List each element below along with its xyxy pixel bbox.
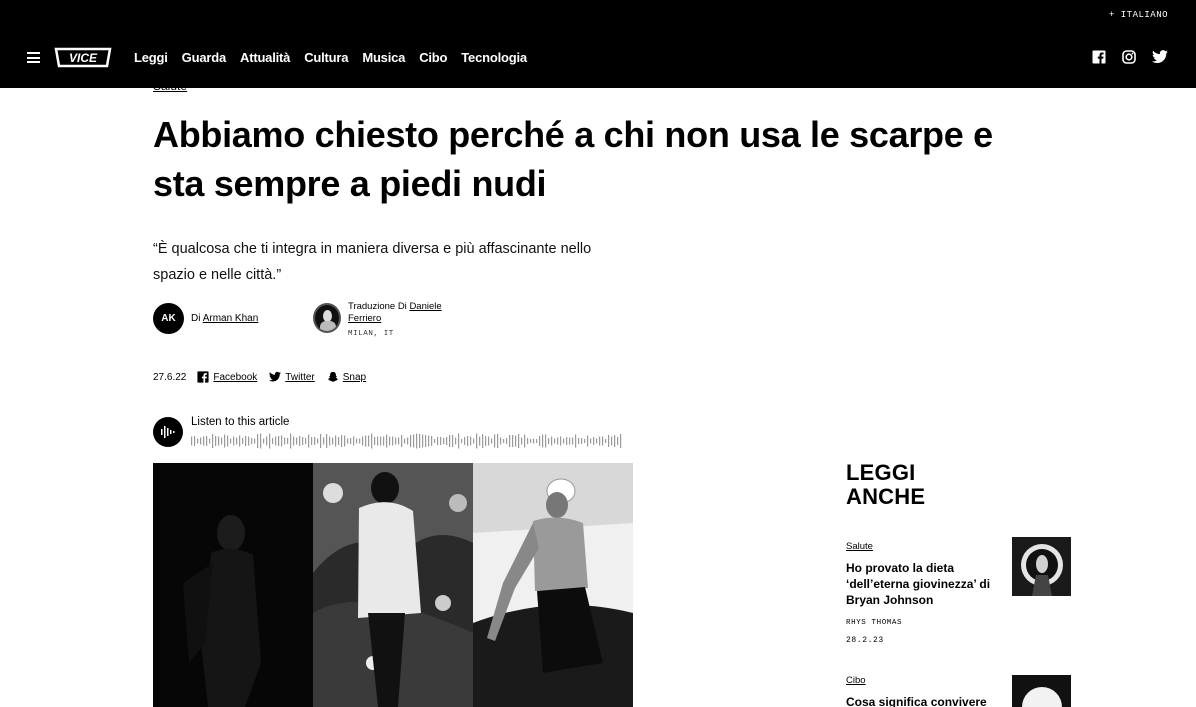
translator-location: MILAN, IT — [348, 330, 394, 338]
snapchat-icon — [327, 371, 338, 382]
site-header: + ITALIANO VICE Leggi Guarda Attualità C… — [0, 0, 1196, 88]
header-social — [1092, 50, 1168, 64]
translator-text: Traduzione Di Daniele Ferriero MILAN, IT — [348, 301, 458, 341]
related-heading-line1: LEGGI — [846, 460, 916, 485]
audio-play-button[interactable] — [153, 417, 183, 447]
main-nav: Leggi Guarda Attualità Cultura Musica Ci… — [134, 50, 541, 65]
share-bar: 27.6.22 Facebook Twitter Snap — [153, 371, 378, 383]
related-heading-line2: ANCHE — [846, 484, 926, 509]
related-card[interactable]: Salute Ho provato la dieta ‘dell’eterna … — [846, 537, 1072, 645]
article-title: Abbiamo chiesto perché a chi non usa le … — [153, 114, 993, 204]
translator-avatar[interactable] — [313, 303, 341, 333]
related-thumbnail[interactable] — [1012, 537, 1071, 596]
related-date: 28.2.23 — [846, 636, 884, 645]
hero-panel-left — [153, 463, 313, 707]
author-prefix: Di — [191, 313, 201, 324]
facebook-icon — [197, 371, 209, 383]
nav-musica[interactable]: Musica — [362, 50, 405, 65]
facebook-icon[interactable] — [1092, 50, 1106, 64]
article-category[interactable]: Salute — [153, 79, 187, 93]
nav-leggi[interactable]: Leggi — [134, 50, 168, 65]
logo-text: VICE — [69, 51, 98, 65]
nav-guarda[interactable]: Guarda — [182, 50, 227, 65]
audio-label: Listen to this article — [191, 416, 290, 428]
hero-panel-middle — [313, 463, 473, 707]
audio-wave-icon — [161, 426, 175, 438]
related-title[interactable]: Cosa significa convivere — [846, 694, 1001, 707]
related-author: RHYS THOMAS — [846, 619, 903, 627]
related-title[interactable]: Ho provato la dieta ‘dell’eterna giovine… — [846, 560, 1001, 608]
language-selector[interactable]: + ITALIANO — [1109, 10, 1168, 20]
share-twitter-label: Twitter — [285, 371, 315, 383]
nav-cultura[interactable]: Cultura — [304, 50, 348, 65]
instagram-icon[interactable] — [1122, 50, 1136, 64]
related-thumbnail[interactable] — [1012, 675, 1071, 707]
related-heading: LEGGI ANCHE — [846, 461, 925, 509]
share-snap[interactable]: Snap — [327, 371, 366, 383]
author-line: Di Arman Khan — [191, 313, 258, 324]
twitter-icon[interactable] — [1152, 50, 1168, 64]
hero-image — [153, 463, 633, 707]
translator-prefix: Traduzione Di — [348, 301, 407, 312]
related-card[interactable]: Cibo Cosa significa convivere — [846, 675, 1072, 707]
audio-player: Listen to this article — [153, 415, 623, 451]
share-facebook[interactable]: Facebook — [197, 371, 257, 383]
author-byline: AK Di Arman Khan — [153, 303, 258, 334]
author-link[interactable]: Arman Khan — [203, 313, 259, 324]
menu-icon[interactable] — [27, 52, 40, 63]
nav-cibo[interactable]: Cibo — [419, 50, 447, 65]
vice-logo[interactable]: VICE — [54, 47, 112, 68]
share-snap-label: Snap — [342, 371, 367, 383]
translator-byline: Traduzione Di Daniele Ferriero MILAN, IT — [313, 301, 458, 341]
article-dek: “È qualcosa che ti integra in maniera di… — [153, 241, 592, 283]
share-facebook-label: Facebook — [213, 371, 258, 383]
audio-waveform[interactable] — [191, 433, 623, 449]
author-avatar[interactable]: AK — [153, 303, 184, 334]
nav-tecnologia[interactable]: Tecnologia — [461, 50, 527, 65]
twitter-icon — [269, 371, 282, 382]
share-twitter[interactable]: Twitter — [269, 371, 315, 383]
hero-panel-right — [473, 463, 633, 707]
article-date: 27.6.22 — [153, 371, 187, 383]
nav-attualita[interactable]: Attualità — [240, 50, 290, 65]
